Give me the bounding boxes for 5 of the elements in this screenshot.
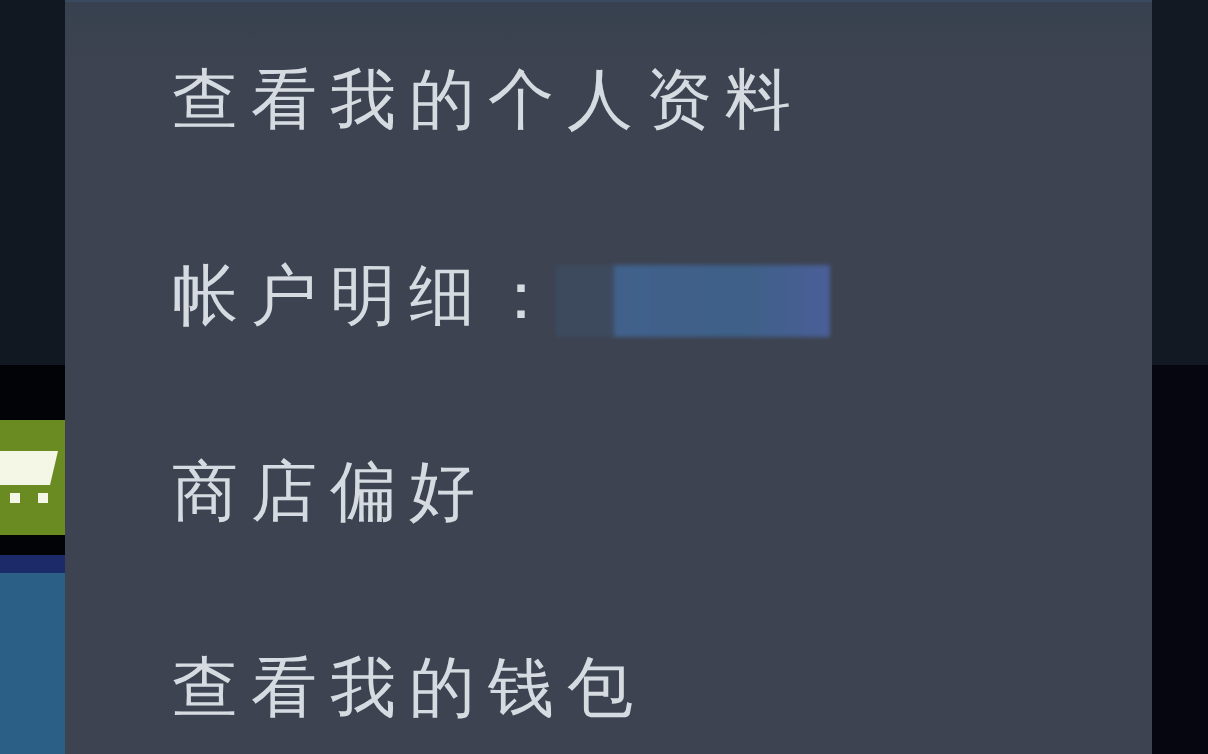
menu-item[interactable]: 查看我的钱包 <box>65 590 1152 754</box>
menu-item[interactable]: 帐户明细： <box>65 198 1152 394</box>
menu-item[interactable]: 查看我的个人资料 <box>65 2 1152 198</box>
menu-item[interactable]: 商店偏好 <box>65 394 1152 590</box>
cart-button[interactable] <box>0 420 65 535</box>
